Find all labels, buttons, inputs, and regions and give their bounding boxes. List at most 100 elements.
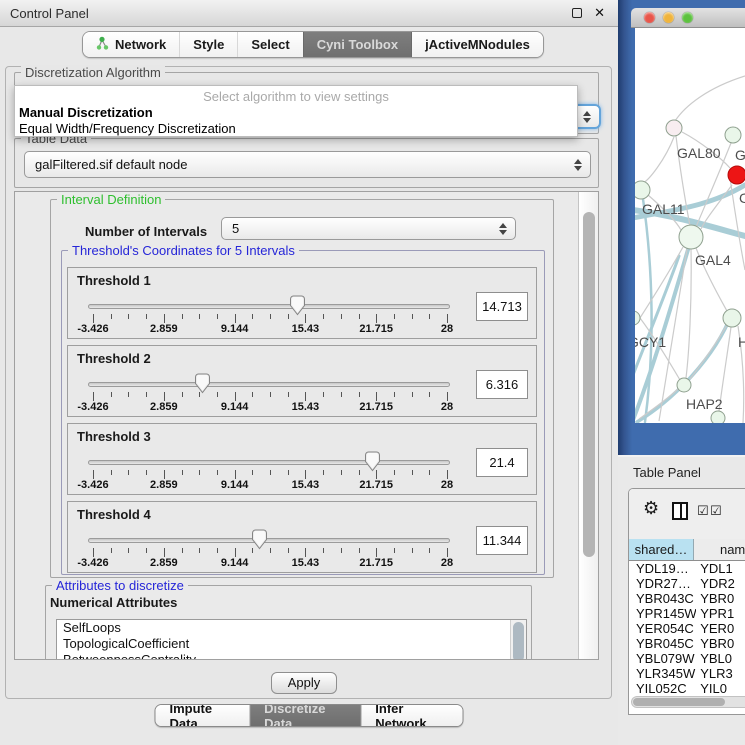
table-row[interactable]: YBL079WYBL0 <box>629 651 745 666</box>
threshold-2-slider-thumb[interactable] <box>194 373 211 394</box>
list-item-betweennesscentrality[interactable]: BetweennessCentrality <box>57 652 526 660</box>
control-panel-title: Control Panel <box>10 6 89 21</box>
algorithm-dropdown-popup: Select algorithm to view settings Manual… <box>14 85 578 137</box>
split-pane-icon[interactable] <box>672 502 688 520</box>
number-of-intervals-combobox[interactable]: 5 <box>221 217 516 240</box>
tab-style[interactable]: Style <box>179 32 237 57</box>
settings-vertical-scrollbar[interactable] <box>578 192 599 659</box>
interval-definition-group: Interval Definition Number of Intervals … <box>50 199 554 578</box>
network-node[interactable] <box>677 378 691 392</box>
threshold-2-slider-track[interactable] <box>88 382 450 387</box>
tab-network[interactable]: Network <box>83 32 179 57</box>
popup-option-manual-discretization[interactable]: Manual Discretization <box>19 105 153 120</box>
scrollbar-thumb[interactable] <box>633 698 725 706</box>
table-row[interactable]: YLR345WYLR3 <box>629 666 745 681</box>
tab-discretize-data[interactable]: Discretize Data <box>249 705 360 726</box>
minimize-traffic-light-icon[interactable] <box>663 12 674 23</box>
table-row[interactable]: YIL052CYIL0 <box>629 681 745 694</box>
slider-tick-label: 28 <box>441 557 453 569</box>
close-icon[interactable]: ✕ <box>594 5 605 21</box>
zoom-traffic-light-icon[interactable] <box>682 12 693 23</box>
table-row[interactable]: YER054CYER0 <box>629 621 745 636</box>
cyni-toolbox-panel: Discretization Algorithm Select algorith… <box>5 66 612 699</box>
table-row[interactable]: YBR045CYBR0 <box>629 636 745 651</box>
tab-label: Style <box>193 37 224 52</box>
slider-tick-label: 21.715 <box>359 401 393 413</box>
attributes-to-discretize-group: Attributes to discretize Numerical Attri… <box>45 585 532 660</box>
network-node-label: GAL11 <box>642 201 685 217</box>
threshold-1-slider-thumb[interactable] <box>289 295 306 316</box>
network-node-label: GA <box>735 147 745 163</box>
cell-shared-name: YLR345W <box>629 666 696 681</box>
network-node[interactable] <box>635 181 650 199</box>
stepper-arrows-icon <box>583 111 591 123</box>
network-node[interactable] <box>728 166 745 184</box>
network-canvas[interactable]: GAL80GACGAL11GAL4GCY1HHAP2 <box>635 28 745 423</box>
cell-name: YBR0 <box>696 591 745 606</box>
cell-shared-name: YER054C <box>629 621 696 636</box>
slider-tick-label: 28 <box>441 479 453 491</box>
network-window-titlebar[interactable] <box>631 8 745 28</box>
table-row[interactable]: YDL19…YDL1 <box>629 561 745 576</box>
threshold-4-value-field[interactable]: 11.344 <box>476 526 528 555</box>
gear-icon[interactable]: ⚙ <box>643 498 659 519</box>
table-row[interactable]: YBR043CYBR0 <box>629 591 745 606</box>
float-window-icon[interactable] <box>572 8 582 18</box>
network-node[interactable] <box>679 225 703 249</box>
slider-tick-label: 9.144 <box>221 479 249 491</box>
threshold-4-slider-track[interactable] <box>88 538 450 543</box>
list-item-topologicalcoefficient[interactable]: TopologicalCoefficient <box>57 636 526 652</box>
cell-shared-name: YBR043C <box>629 591 696 606</box>
tab-jactivemnodules[interactable]: jActiveMNodules <box>411 32 543 57</box>
threshold-4-slider-thumb[interactable] <box>251 529 268 550</box>
cell-name: YBL0 <box>696 651 745 666</box>
threshold-2-value-field[interactable]: 6.316 <box>476 370 528 399</box>
numerical-attributes-header: Numerical Attributes <box>50 595 177 610</box>
thresholds-coordinates-label: Threshold's Coordinates for 5 Intervals <box>68 243 299 258</box>
table-header-row: shared… name <box>629 539 745 561</box>
checkbox-icon[interactable]: ☑ <box>710 503 722 519</box>
list-item-selfloops[interactable]: SelfLoops <box>57 620 526 636</box>
threshold-1-label: Threshold 1 <box>77 273 151 288</box>
number-of-intervals-label: Number of Intervals <box>85 224 207 239</box>
cell-shared-name: YDR27… <box>629 576 696 591</box>
table-data-combobox[interactable]: galFiltered.sif default node <box>24 151 591 178</box>
slider-tick-label: -3.426 <box>77 401 108 413</box>
slider-tick-label: 9.144 <box>221 323 249 335</box>
network-node-label: GAL4 <box>695 252 731 268</box>
column-header-name[interactable]: name <box>694 539 745 560</box>
slider-tick-label: 15.43 <box>292 323 320 335</box>
table-horizontal-scrollbar[interactable] <box>631 696 745 708</box>
threshold-3-value-field[interactable]: 21.4 <box>476 448 528 477</box>
slider-tick-label: 9.144 <box>221 557 249 569</box>
network-node[interactable] <box>711 411 725 423</box>
apply-button[interactable]: Apply <box>271 672 337 694</box>
network-node[interactable] <box>723 309 741 327</box>
cell-name: YER0 <box>696 621 745 636</box>
checkbox-icon[interactable]: ☑ <box>697 503 709 519</box>
network-node[interactable] <box>666 120 682 136</box>
cell-name: YPR1 <box>696 606 745 621</box>
threshold-1-value-field[interactable]: 14.713 <box>476 292 528 321</box>
tab-label: Infer Network <box>375 704 448 727</box>
close-traffic-light-icon[interactable] <box>644 12 655 23</box>
popup-option-equal-width-frequency[interactable]: Equal Width/Frequency Discretization <box>19 121 236 136</box>
threshold-1-slider-track[interactable] <box>88 304 450 309</box>
table-row[interactable]: YPR145WYPR1 <box>629 606 745 621</box>
threshold-3-slider-track[interactable] <box>88 460 450 465</box>
tab-select[interactable]: Select <box>237 32 302 57</box>
slider-tick-label: 2.859 <box>150 557 178 569</box>
threshold-1-panel: Threshold 1 -3.4262.8599.14415.4321.7152… <box>67 267 537 339</box>
threshold-2-panel: Threshold 2 -3.4262.8599.14415.4321.7152… <box>67 345 537 417</box>
network-node[interactable] <box>635 311 640 325</box>
tab-cyni-toolbox[interactable]: Cyni Toolbox <box>303 32 411 57</box>
network-node[interactable] <box>725 127 741 143</box>
numerical-attributes-list: SelfLoops TopologicalCoefficient Between… <box>56 619 527 660</box>
tab-impute-data[interactable]: Impute Data <box>156 705 250 726</box>
column-header-shared[interactable]: shared… <box>629 539 694 560</box>
attributes-list-scrollbar[interactable] <box>510 620 526 660</box>
tab-infer-network[interactable]: Infer Network <box>360 705 462 726</box>
table-row[interactable]: YDR27…YDR2 <box>629 576 745 591</box>
scrollbar-thumb[interactable] <box>583 212 595 557</box>
threshold-3-slider-thumb[interactable] <box>364 451 381 472</box>
